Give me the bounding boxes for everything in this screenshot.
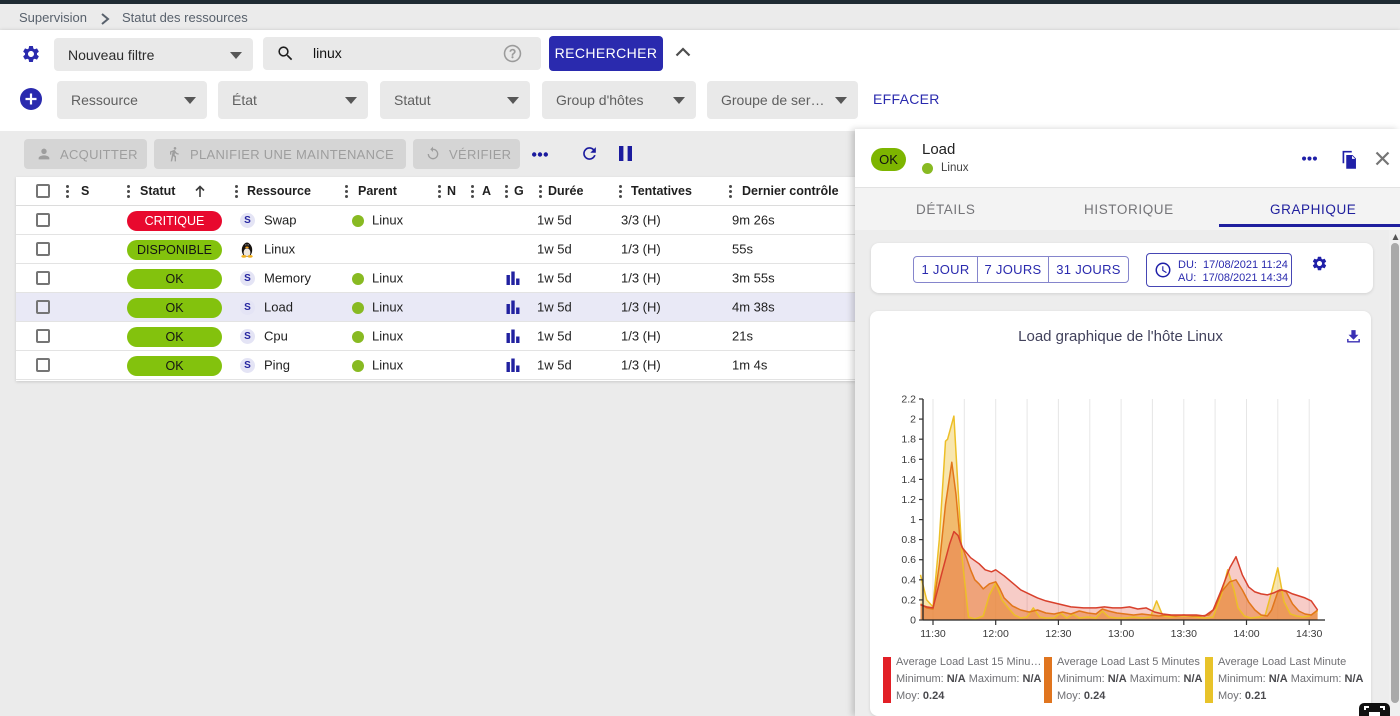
svg-text:2: 2 [910, 414, 916, 426]
svg-text:2.2: 2.2 [901, 394, 916, 406]
svg-text:0.4: 0.4 [901, 574, 916, 586]
svg-text:14:00: 14:00 [1233, 628, 1259, 640]
svg-text:14:30: 14:30 [1296, 628, 1322, 640]
svg-text:11:30: 11:30 [920, 628, 946, 640]
svg-text:12:30: 12:30 [1045, 628, 1071, 640]
svg-text:0.2: 0.2 [901, 594, 916, 606]
svg-text:1.6: 1.6 [901, 454, 916, 466]
svg-text:1: 1 [910, 514, 916, 526]
svg-text:0.6: 0.6 [901, 554, 916, 566]
svg-text:1.8: 1.8 [901, 434, 916, 446]
svg-text:12:00: 12:00 [983, 628, 1009, 640]
svg-text:13:00: 13:00 [1108, 628, 1134, 640]
svg-text:0: 0 [910, 615, 916, 627]
svg-text:13:30: 13:30 [1171, 628, 1197, 640]
svg-text:1.2: 1.2 [901, 494, 916, 506]
svg-text:0.8: 0.8 [901, 534, 916, 546]
svg-text:1.4: 1.4 [901, 474, 916, 486]
